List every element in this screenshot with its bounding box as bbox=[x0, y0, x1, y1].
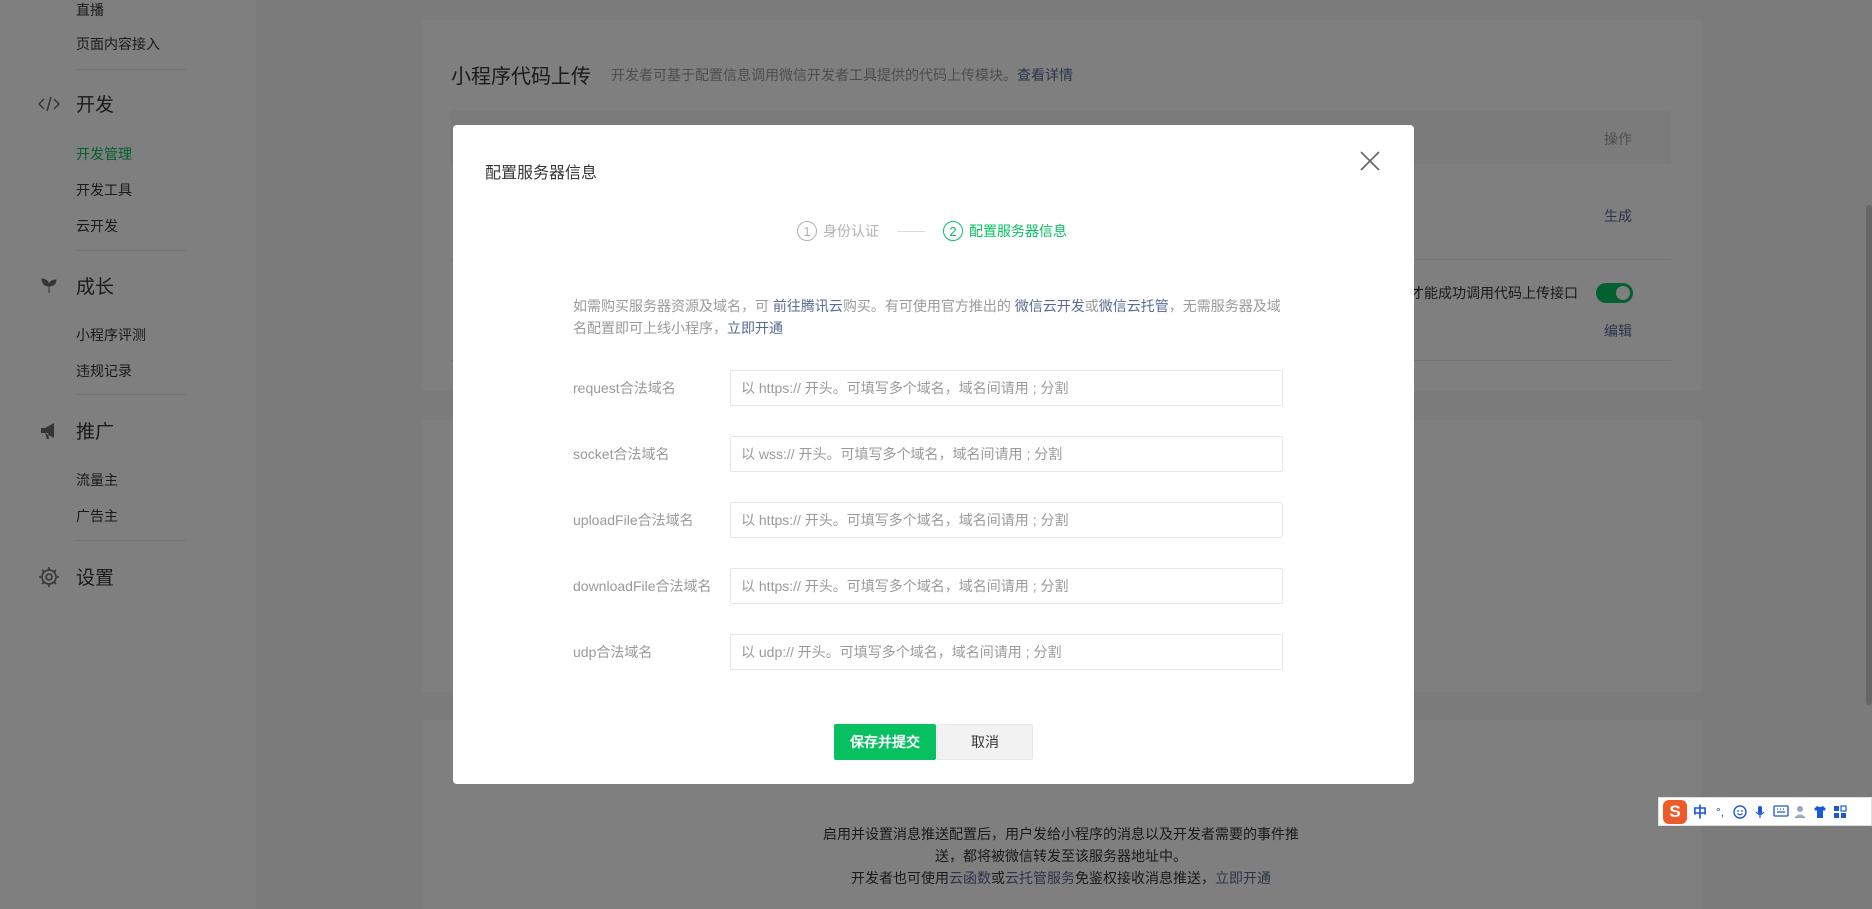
ime-logo-icon[interactable]: S bbox=[1663, 799, 1687, 824]
udp-domain-label: udp合法域名 bbox=[573, 644, 653, 660]
step-number: 2 bbox=[943, 221, 963, 241]
request-domain-label: request合法域名 bbox=[573, 380, 676, 396]
grid-icon[interactable] bbox=[1833, 804, 1847, 819]
save-submit-button[interactable]: 保存并提交 bbox=[834, 724, 936, 760]
notice-text: 如需购买服务器资源及域名，可 bbox=[573, 298, 769, 314]
cancel-button[interactable]: 取消 bbox=[937, 724, 1033, 760]
step-indicator: 1 身份认证 2 配置服务器信息 bbox=[797, 221, 1067, 241]
step-server-config: 2 配置服务器信息 bbox=[943, 221, 1067, 241]
close-button[interactable] bbox=[1358, 149, 1382, 173]
socket-domain-input[interactable] bbox=[730, 436, 1283, 472]
notice-text: 或 bbox=[1084, 298, 1099, 314]
step-label: 配置服务器信息 bbox=[969, 223, 1067, 239]
step-number: 1 bbox=[797, 221, 817, 241]
close-icon bbox=[1360, 151, 1380, 171]
step-identity: 1 身份认证 bbox=[797, 221, 879, 241]
tencent-cloud-link[interactable]: 前往腾讯云 bbox=[773, 298, 843, 314]
uploadfile-domain-input[interactable] bbox=[730, 502, 1283, 538]
dialog-title: 配置服务器信息 bbox=[485, 165, 598, 182]
downloadfile-domain-input[interactable] bbox=[730, 568, 1283, 604]
keyboard-icon[interactable] bbox=[1773, 804, 1789, 819]
emoji-icon[interactable] bbox=[1733, 804, 1747, 819]
ime-punctuation-toggle[interactable]: °, bbox=[1713, 805, 1727, 819]
ime-toolbar: S 中 °, bbox=[1658, 797, 1872, 826]
wechat-cloud-hosting-link[interactable]: 微信云托管 bbox=[1099, 298, 1169, 314]
step-label: 身份认证 bbox=[823, 223, 879, 239]
wechat-cloud-dev-link[interactable]: 微信云开发 bbox=[1015, 298, 1085, 314]
enable-now-link[interactable]: 立即开通 bbox=[727, 320, 783, 336]
downloadfile-domain-label: downloadFile合法域名 bbox=[573, 578, 712, 594]
notice-text: 购买。有可使用官方推出的 bbox=[842, 298, 1011, 314]
shirt-icon[interactable] bbox=[1813, 805, 1827, 819]
user-icon[interactable] bbox=[1793, 805, 1807, 819]
step-connector bbox=[897, 230, 925, 232]
purchase-notice: 如需购买服务器资源及域名，可 前往腾讯云购买。有可使用官方推出的 微信云开发或微… bbox=[573, 295, 1293, 339]
request-domain-input[interactable] bbox=[730, 370, 1283, 406]
socket-domain-label: socket合法域名 bbox=[573, 446, 670, 462]
server-config-dialog: 配置服务器信息 1 身份认证 2 配置服务器信息 如需购买服务器资源及域名，可 … bbox=[453, 125, 1414, 784]
ime-mode-toggle[interactable]: 中 bbox=[1693, 802, 1707, 822]
udp-domain-input[interactable] bbox=[730, 634, 1283, 670]
mic-icon[interactable] bbox=[1753, 805, 1767, 819]
uploadfile-domain-label: uploadFile合法域名 bbox=[573, 512, 694, 528]
